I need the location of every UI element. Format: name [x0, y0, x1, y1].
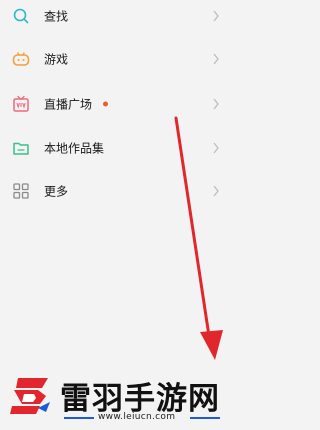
watermark-url: www.leiucn.com — [98, 412, 176, 422]
chevron-right-icon — [213, 10, 219, 22]
live-icon — [13, 95, 29, 112]
brand-logo-icon — [10, 378, 50, 414]
menu-item-label: 游戏 — [44, 52, 69, 67]
notification-dot — [103, 101, 108, 107]
chevron-right-icon — [213, 53, 219, 65]
search-icon — [13, 8, 29, 24]
menu-item-games[interactable]: 游戏 — [0, 37, 240, 81]
watermark: 雷羽手游网 www.leiucn.com — [0, 360, 240, 430]
url-underline-right — [190, 417, 220, 419]
menu-item-label: 直播广场 — [44, 97, 93, 112]
grid-icon — [13, 183, 29, 199]
chevron-right-icon — [213, 185, 219, 197]
menu-item-label: 本地作品集 — [44, 141, 105, 156]
game-icon — [12, 52, 30, 66]
menu-item-more[interactable]: 更多 — [0, 169, 240, 213]
menu-item-label: 更多 — [44, 184, 69, 199]
menu-item-local-works[interactable]: 本地作品集 — [0, 126, 240, 170]
menu-item-search[interactable]: 查找 — [0, 0, 240, 38]
folder-icon — [13, 142, 29, 155]
chevron-right-icon — [213, 142, 219, 154]
chevron-right-icon — [213, 98, 219, 110]
menu-item-live-square[interactable]: 直播广场 — [0, 82, 240, 126]
url-underline-left — [64, 417, 94, 419]
menu-item-label: 查找 — [44, 9, 69, 24]
